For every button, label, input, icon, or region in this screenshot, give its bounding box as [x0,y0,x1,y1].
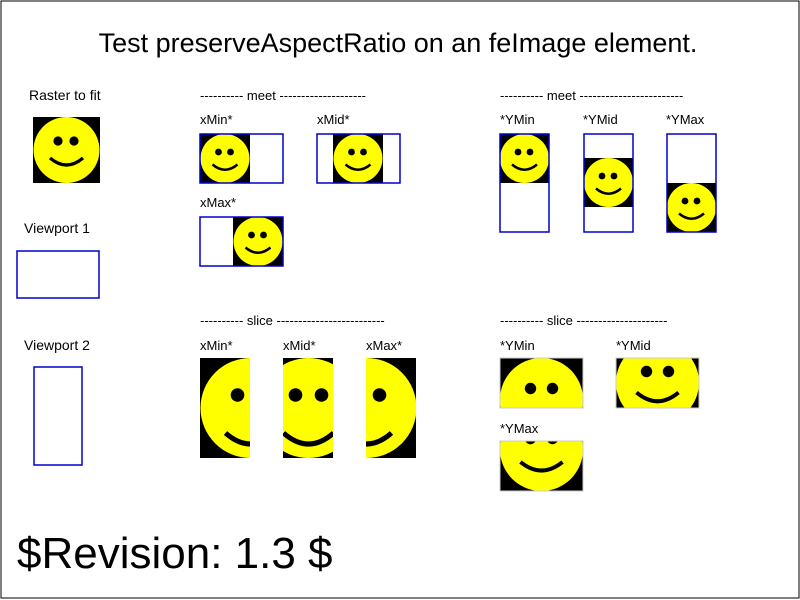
meet-x-header: ---------- meet -------------------- [200,88,366,103]
test-canvas: Test preserveAspectRatio on an feImage e… [0,0,800,599]
meet-ymid-label: *YMid [583,112,618,127]
meet-xmax-label: xMax* [200,195,236,210]
meet-y-header: ---------- meet ------------------------ [500,88,683,103]
slice-xmax-label: xMax* [366,338,402,353]
meet-xmid-cell [316,133,401,184]
revision-text: $Revision: 1.3 $ [17,529,333,578]
slice-ymid-cell [616,358,699,408]
slice-xmid-cell [283,358,333,458]
viewport2-label: Viewport 2 [24,337,90,353]
meet-xmin-cell [199,133,284,184]
viewport1-label: Viewport 1 [24,220,90,236]
slice-xmin-label: xMin* [200,338,233,353]
meet-ymax-label: *YMax [666,112,705,127]
viewport2-box [33,366,83,466]
raster-label: Raster to fit [29,87,101,103]
meet-xmin-label: xMin* [200,112,233,127]
meet-xmax-cell [199,216,284,267]
slice-y-header: ---------- slice --------------------- [500,313,667,328]
meet-ymid-cell [583,133,634,233]
viewport1-box [16,250,100,299]
slice-ymin-label: *YMin [500,338,535,353]
slice-ymax-label: *YMax [500,421,539,436]
meet-ymin-label: *YMin [500,112,535,127]
slice-xmid-label: xMid* [283,338,316,353]
slice-ymid-label: *YMid [616,338,651,353]
page-title: Test preserveAspectRatio on an feImage e… [99,28,698,58]
meet-ymin-cell [499,133,550,233]
meet-ymax-cell [666,133,717,233]
slice-x-header: ---------- slice -----------------------… [200,313,385,328]
raster-smiley [33,117,100,183]
meet-xmid-label: xMid* [317,112,350,127]
